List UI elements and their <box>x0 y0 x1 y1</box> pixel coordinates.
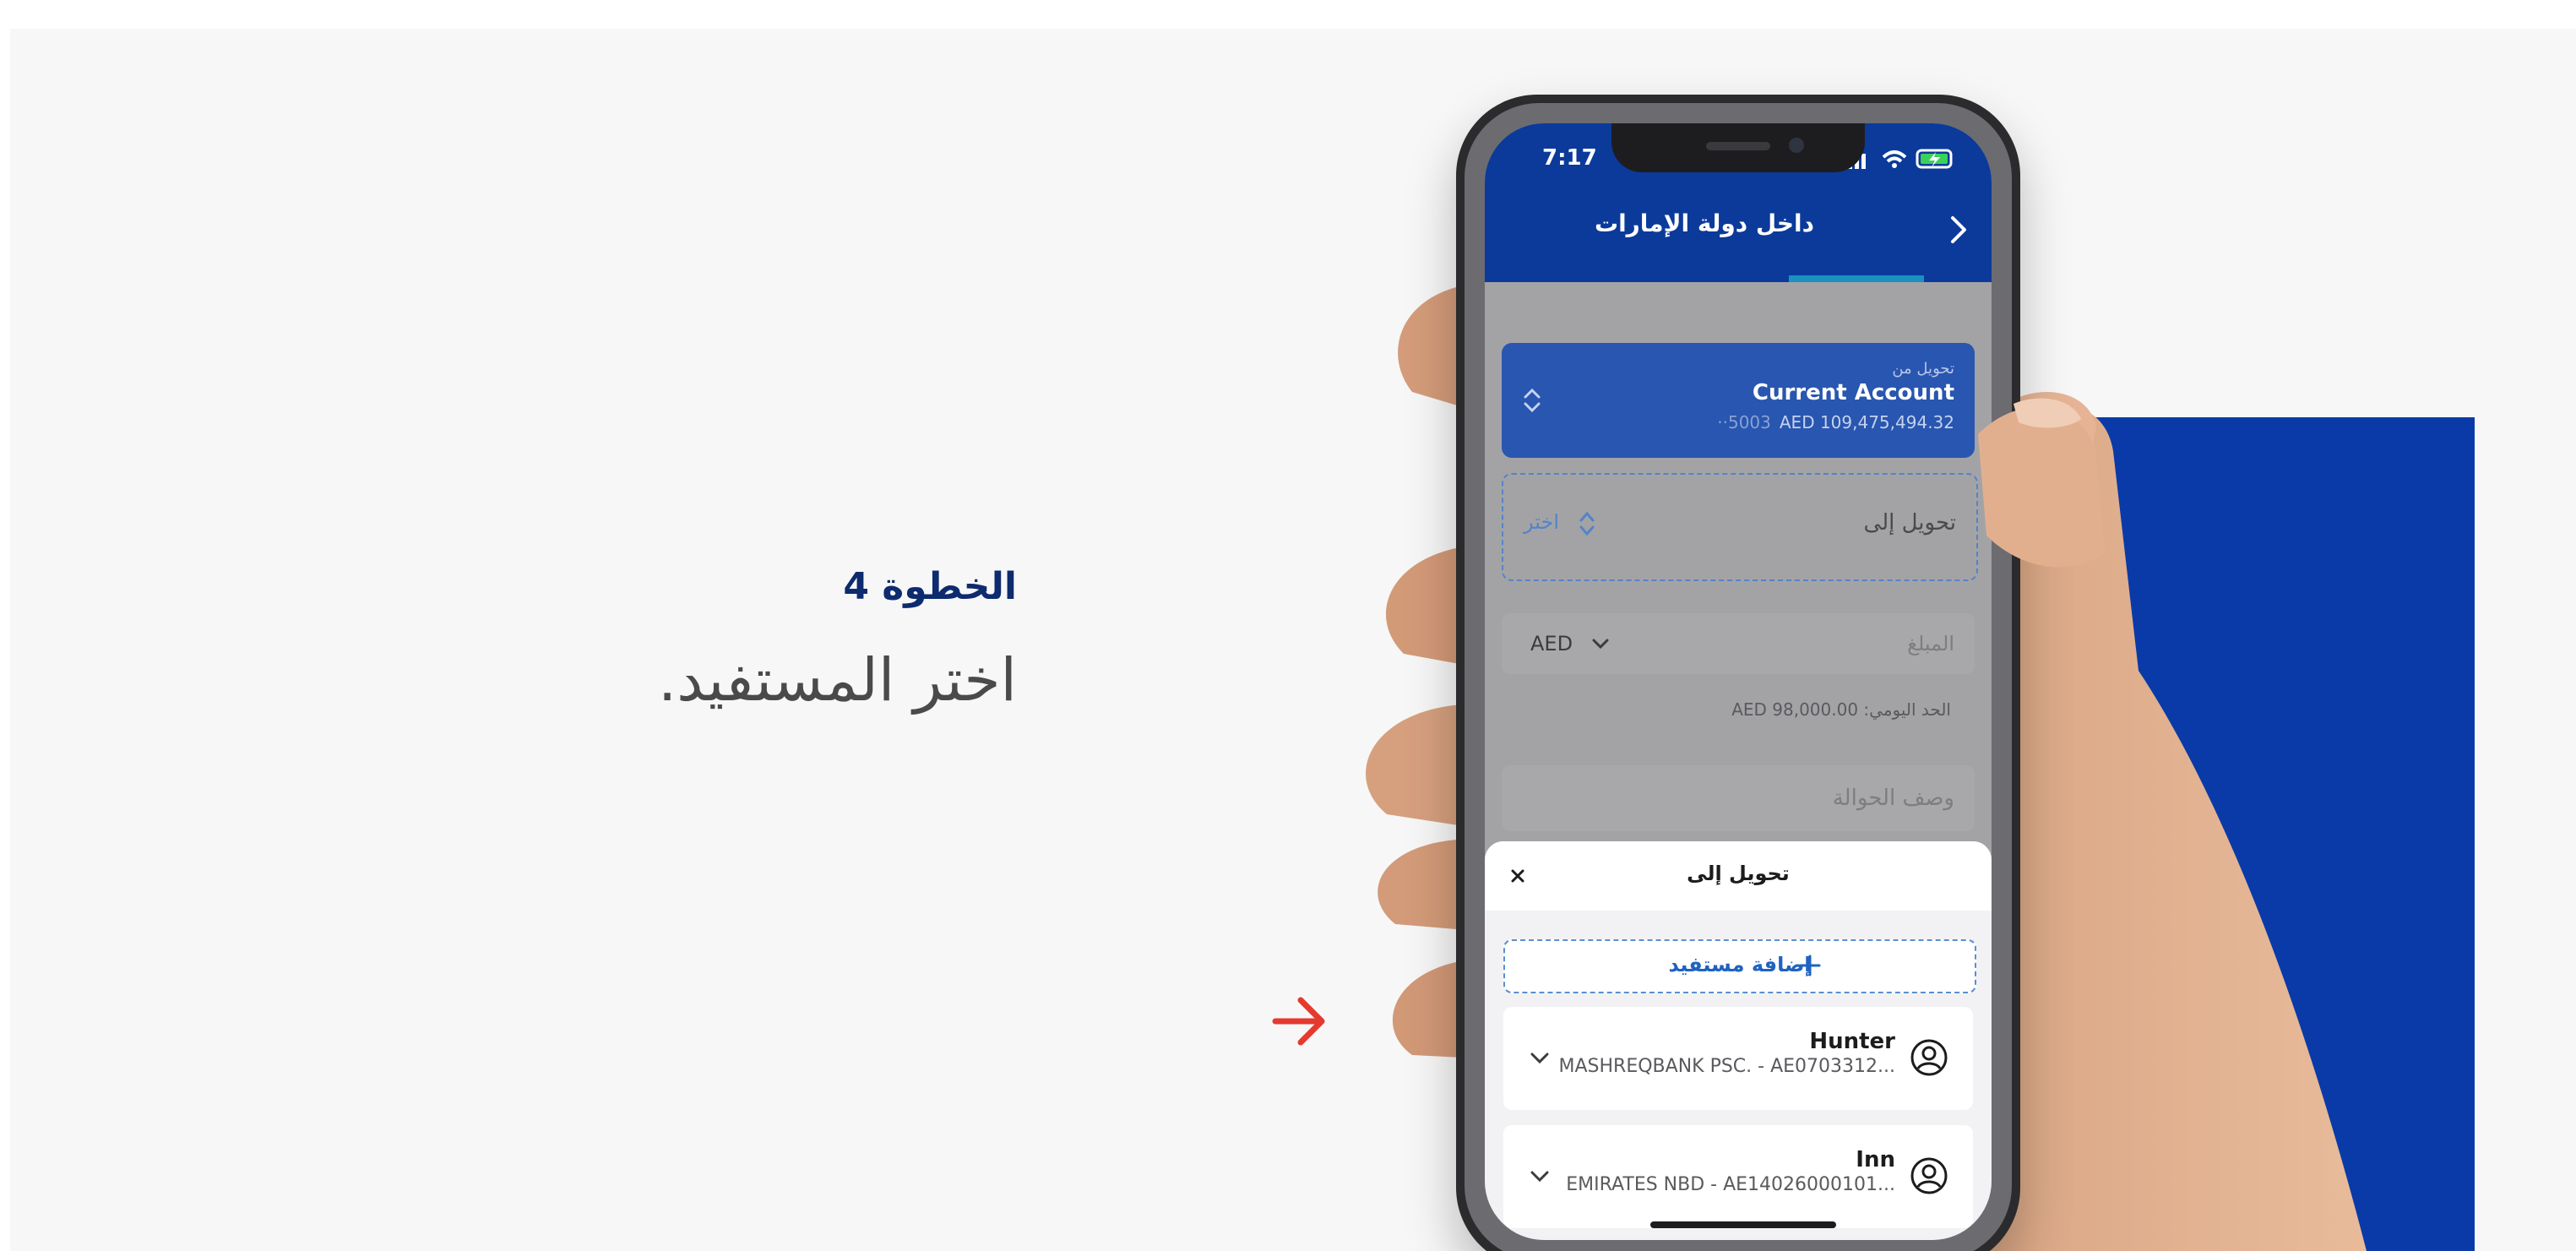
status-time: 7:17 <box>1542 145 1597 171</box>
chevron-down-icon[interactable] <box>1529 1049 1551 1066</box>
add-beneficiary-button[interactable]: إضافة مستفيد <box>1503 939 1976 993</box>
transfer-to-choose[interactable]: اختر <box>1524 510 1559 534</box>
transfer-description-input[interactable]: وصف الحوالة <box>1502 765 1975 831</box>
account-balance: AED 109,475,494.32 <box>1779 412 1954 432</box>
chevron-up-down-icon <box>1524 388 1541 413</box>
home-indicator <box>1650 1221 1836 1228</box>
beneficiary-name: Hunter <box>1809 1029 1895 1054</box>
phone-notch <box>1611 123 1865 172</box>
sheet-header: تحويل إلى <box>1485 841 1992 911</box>
user-circle-icon <box>1910 1157 1948 1194</box>
stage: الخطوة 4 اختر المستفيد. 7:17 داخل دولة ا… <box>10 29 2576 1251</box>
transfer-from-label: تحويل من <box>1892 360 1954 378</box>
hand-back <box>1366 282 2367 1251</box>
chevron-up-down-icon <box>1579 511 1595 536</box>
beneficiary-sheet: تحويل إلى إضافة مستفيد Hunter MASHREQBAN… <box>1485 841 1992 1240</box>
phone-speaker <box>1706 142 1770 150</box>
arrow-right-icon <box>1272 997 1325 1046</box>
user-circle-icon <box>1910 1039 1948 1076</box>
phone: 7:17 داخل دولة الإمارات تحويل من Current… <box>1456 95 2020 1251</box>
currency-select[interactable]: AED <box>1530 632 1573 655</box>
plus-icon <box>1799 955 1821 976</box>
nav-bar: داخل دولة الإمارات <box>1485 182 1992 282</box>
beneficiary-details: MASHREQBANK PSC. - AE0703312... <box>1558 1056 1895 1077</box>
beneficiary-name: Inn <box>1856 1147 1895 1172</box>
add-beneficiary-label: إضافة مستفيد <box>1668 953 1812 976</box>
account-masked-number: ··5003 <box>1717 412 1771 432</box>
phone-screen: 7:17 داخل دولة الإمارات تحويل من Current… <box>1485 123 1992 1240</box>
step-description: اختر المستفيد. <box>657 645 1017 715</box>
transfer-from-account: Current Account <box>1752 380 1954 405</box>
signal-wifi-battery-icon <box>1848 149 1953 169</box>
amount-input[interactable]: المبلغ AED <box>1502 613 1975 674</box>
transfer-to-card[interactable]: تحويل إلى اختر <box>1502 473 1978 581</box>
chevron-down-icon[interactable] <box>1529 1167 1551 1184</box>
step-title: الخطوة 4 <box>843 565 1017 608</box>
close-icon[interactable] <box>1503 862 1532 890</box>
transfer-description-placeholder: وصف الحوالة <box>1832 786 1954 811</box>
nav-accent-line <box>1789 275 1924 282</box>
beneficiary-item[interactable]: Inn EMIRATES NBD - AE14026000101... <box>1503 1125 1973 1228</box>
sheet-title: تحويل إلى <box>1687 862 1790 885</box>
beneficiary-details: EMIRATES NBD - AE14026000101... <box>1566 1174 1895 1195</box>
transfer-from-card[interactable]: تحويل من Current Account ··5003 AED 109,4… <box>1502 343 1975 458</box>
phone-camera <box>1789 138 1804 153</box>
chevron-right-icon[interactable] <box>1948 213 1971 247</box>
transfer-from-balance: ··5003 AED 109,475,494.32 <box>1717 412 1954 432</box>
daily-limit: الحد اليومي: AED 98,000.00 <box>1731 699 1951 720</box>
chevron-down-icon <box>1592 639 1609 650</box>
amount-placeholder: المبلغ <box>1907 632 1954 655</box>
beneficiary-item[interactable]: Hunter MASHREQBANK PSC. - AE0703312... <box>1503 1007 1973 1110</box>
transfer-to-label: تحويل إلى <box>1863 510 1956 536</box>
nav-title: داخل دولة الإمارات <box>1594 209 1814 237</box>
